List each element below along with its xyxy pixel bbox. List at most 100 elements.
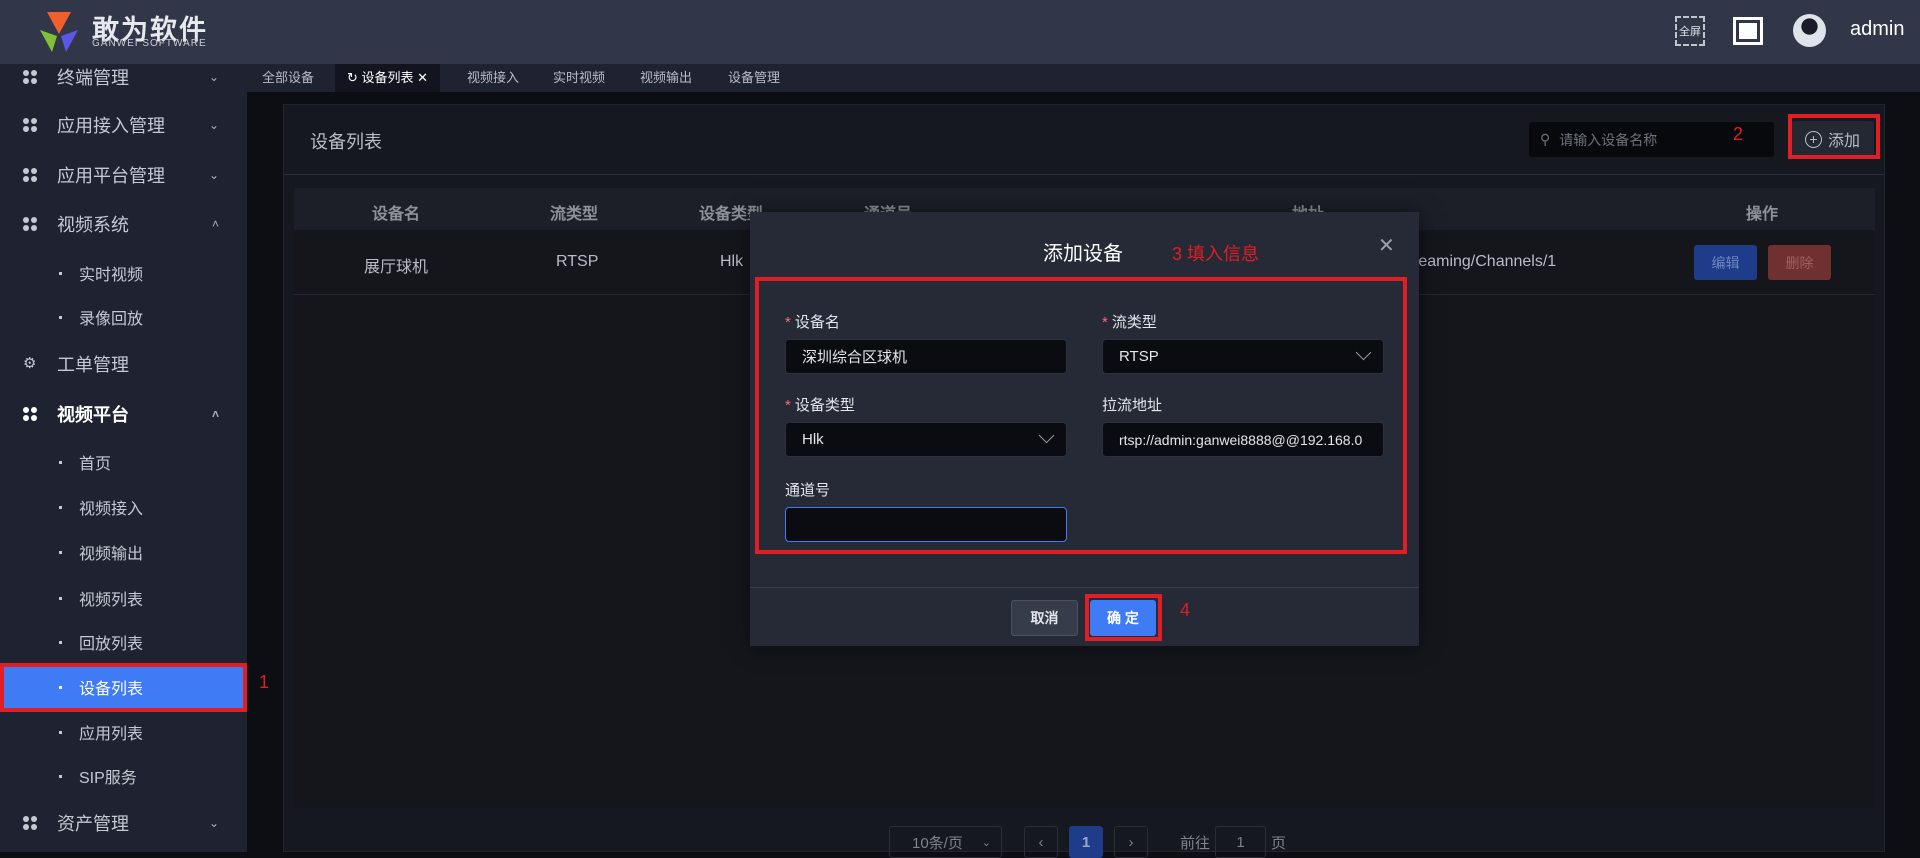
device-name-input[interactable]: 深圳综合区球机 [785,339,1067,374]
sidebar-item-label: 回放列表 [79,636,144,653]
chevron-up-icon: ˄ [211,407,219,421]
chevron-down-icon: ⌄ [208,118,219,132]
cell-device-name: 展厅球机 [364,259,429,276]
fullscreen-label: 全屏 [1679,26,1701,38]
refresh-icon[interactable]: ↻ [347,70,362,85]
stream-type-label: * 流类型 [1102,314,1157,331]
next-page-button[interactable]: › [1114,826,1148,858]
column-header: 流类型 [549,206,599,223]
tab-video-access[interactable]: 视频接入 [455,64,531,92]
chevron-down-icon: ⌄ [208,168,219,182]
tab-device-manage[interactable]: 设备管理 [716,64,792,92]
annotation-4: 4 [1180,600,1191,620]
edit-button[interactable]: 编辑 [1694,245,1757,280]
chevron-down-icon: ⌄ [208,70,219,84]
chevron-up-icon: ˄ [211,217,219,231]
grid-icon [23,407,37,421]
chevron-down-icon: ⌄ [981,836,991,849]
sidebar-item-work-order[interactable]: ⚙ 工单管理 [0,342,247,386]
sidebar-subitem-home[interactable]: 首页 [0,440,247,484]
sidebar-subitem-video-access[interactable]: 视频接入 [0,485,247,529]
goto-page-input[interactable]: 1 [1215,826,1266,858]
device-type-value: Hlk [802,431,824,448]
sidebar-item-terminal[interactable]: 终端管理 ⌄ [0,64,247,99]
annotation-box-1 [0,663,247,712]
page-1-button[interactable]: 1 [1069,826,1103,858]
grid-icon [23,217,37,231]
stream-type-value: RTSP [1119,348,1159,365]
sidebar-item-label: 应用列表 [79,726,144,743]
channel-label: 通道号 [785,482,831,499]
goto-label: 前往 [1180,835,1211,852]
sidebar-item-app-platform[interactable]: 应用平台管理 ⌄ [0,153,247,197]
avatar[interactable] [1793,14,1826,47]
sidebar-item-label: 录像回放 [79,311,144,328]
cell-device-type: Hlk [720,253,744,270]
annotation-box-2 [1788,114,1880,159]
sidebar-subitem-realtime[interactable]: 实时视频 [0,251,247,295]
tab-realtime[interactable]: 实时视频 [541,64,617,92]
sidebar-item-app-access[interactable]: 应用接入管理 ⌄ [0,103,247,147]
annotation-box-4 [1085,594,1162,641]
annotation-2: 2 [1733,124,1744,144]
grid-icon [23,70,37,84]
device-type-label: * 设备类型 [785,397,855,414]
tab-all-devices[interactable]: 全部设备 [250,64,326,92]
cancel-button[interactable]: 取消 [1011,600,1078,636]
sidebar-subitem-playback[interactable]: 录像回放 [0,295,247,339]
sidebar-subitem-video-list[interactable]: 视频列表 [0,576,247,620]
pull-url-label: 拉流地址 [1102,397,1163,414]
pull-url-input[interactable]: rtsp://admin:ganwei8888@@192.168.0 [1102,422,1384,457]
top-header: 敢为软件 GANWEI SOFTWARE 全屏 admin [0,0,1920,64]
annotation-1: 1 [259,672,270,692]
gear-icon: ⚙ [23,355,37,372]
tab-video-output[interactable]: 视频输出 [628,64,704,92]
cell-address: reaming/Channels/1 [1413,253,1557,270]
sidebar-item-video-platform[interactable]: 视频平台 ˄ [0,392,247,436]
delete-button[interactable]: 删除 [1768,245,1831,280]
search-placeholder: 请输入设备名称 [1559,131,1658,148]
fullscreen-text-button[interactable]: 全屏 [1675,16,1705,46]
sidebar-item-label: 首页 [79,456,112,473]
sidebar-item-label: 视频列表 [79,592,144,609]
column-header: 操作 [1745,206,1779,223]
divider [283,174,1885,175]
annotation-3: 3 填入信息 [1172,244,1260,264]
page-suffix: 页 [1271,835,1287,852]
sidebar-item-video-system[interactable]: 视频系统 ˄ [0,202,247,246]
fullscreen-icon[interactable] [1733,17,1763,45]
sidebar-item-label: 视频平台 [57,405,129,425]
close-icon[interactable]: ✕ [414,70,428,85]
sidebar-item-label: 视频输出 [79,546,144,563]
tab-device-list[interactable]: ↻ 设备列表 ✕ [335,64,441,92]
logo-subtitle: GANWEI SOFTWARE [92,38,207,49]
sidebar-subitem-playback-list[interactable]: 回放列表 [0,620,247,664]
channel-input[interactable] [785,507,1067,542]
close-icon[interactable]: ✕ [1378,233,1395,258]
chevron-down-icon [1038,427,1055,444]
page-size-select[interactable]: 10条/页 ⌄ [889,826,1002,858]
sidebar-item-label: 工单管理 [57,355,129,375]
sidebar-item-label: 视频接入 [79,501,144,518]
sidebar-subitem-app-list[interactable]: 应用列表 [0,710,247,754]
sidebar-item-assets[interactable]: 资产管理 ⌄ [0,801,247,845]
chevron-down-icon: ⌄ [208,816,219,830]
cell-stream-type: RTSP [556,253,599,270]
sidebar-subitem-video-output[interactable]: 视频输出 [0,530,247,574]
sidebar-item-label: 视频系统 [57,215,129,235]
tab-label: 设备列表 [361,70,414,85]
sidebar-item-label: 终端管理 [57,68,129,88]
sidebar-item-label: SIP服务 [79,770,137,787]
search-icon: ⚲ [1540,131,1551,147]
device-name-label: * 设备名 [785,314,840,331]
sidebar-item-label: 应用平台管理 [57,166,165,186]
grid-icon [23,118,37,132]
prev-page-button[interactable]: ‹ [1024,826,1058,858]
sidebar-subitem-sip[interactable]: SIP服务 [0,754,247,798]
stream-type-select[interactable]: RTSP [1102,339,1384,374]
sidebar: 终端管理 ⌄ 应用接入管理 ⌄ 应用平台管理 ⌄ 视频系统 ˄ 实时视频 录像回放 ⚙ 工… [0,64,247,852]
dialog-title: 添加设备 [1043,243,1123,265]
sidebar-item-label: 实时视频 [79,267,144,284]
username[interactable]: admin [1850,18,1904,41]
device-type-select[interactable]: Hlk [785,422,1067,457]
